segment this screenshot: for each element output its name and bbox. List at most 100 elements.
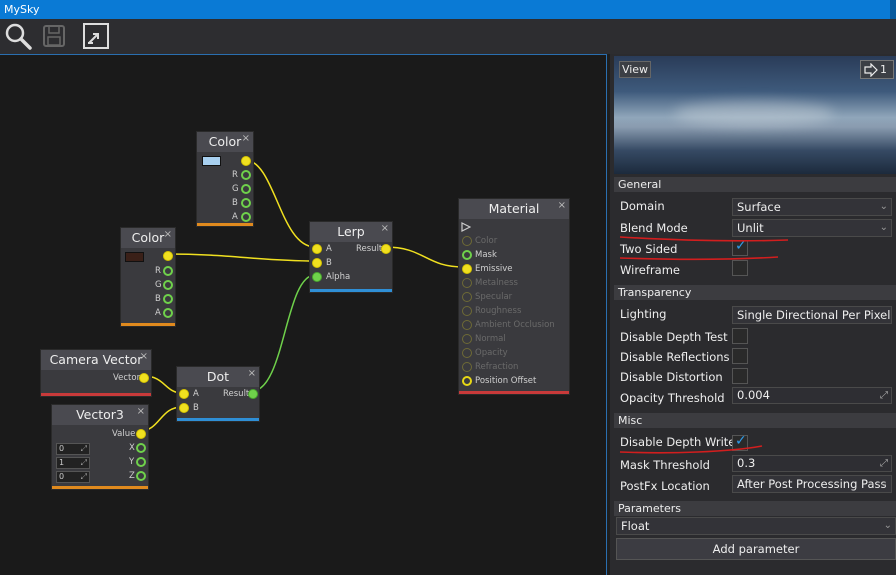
output-pin-b[interactable] bbox=[163, 294, 173, 304]
pin-label-b: B bbox=[232, 198, 238, 208]
output-pin-g[interactable] bbox=[241, 184, 251, 194]
input-pin-refraction[interactable] bbox=[462, 362, 472, 372]
output-pin-r[interactable] bbox=[163, 266, 173, 276]
close-icon[interactable]: × bbox=[137, 402, 145, 422]
lerp-node[interactable]: Lerp × A B Alpha Result bbox=[309, 221, 393, 293]
search-icon[interactable] bbox=[4, 22, 32, 50]
node-header[interactable]: Dot × bbox=[177, 367, 259, 387]
y-value-field[interactable]: 1 ⤢ bbox=[56, 457, 90, 469]
node-title: Dot bbox=[206, 369, 230, 384]
input-pin-ambient-occlusion[interactable] bbox=[462, 320, 472, 330]
pin-label-specular: Specular bbox=[475, 292, 513, 302]
node-title: Material bbox=[488, 201, 540, 216]
pin-label-result: Result bbox=[356, 244, 383, 254]
fit-view-icon[interactable] bbox=[82, 22, 110, 50]
output-pin-r[interactable] bbox=[241, 170, 251, 180]
output-pin-color[interactable] bbox=[241, 156, 251, 166]
toolbar bbox=[0, 19, 896, 54]
input-pin-a[interactable] bbox=[179, 389, 189, 399]
input-pin-mask[interactable] bbox=[462, 250, 472, 260]
wire-color2-to-lerp-b bbox=[166, 253, 316, 262]
pin-label-g: G bbox=[155, 280, 162, 290]
input-pin-b[interactable] bbox=[312, 258, 322, 268]
node-title: Lerp bbox=[337, 224, 365, 239]
z-value-field[interactable]: 0 ⤢ bbox=[56, 471, 90, 483]
node-header[interactable]: Material × bbox=[459, 199, 569, 219]
output-pin-a[interactable] bbox=[163, 308, 173, 318]
output-pin-z[interactable] bbox=[136, 471, 146, 481]
pin-label-position-offset: Position Offset bbox=[475, 376, 537, 386]
drag-icon[interactable]: ⤢ bbox=[81, 458, 87, 468]
z-value: 0 bbox=[59, 472, 65, 481]
input-pin-alpha[interactable] bbox=[312, 272, 322, 282]
color-swatch[interactable] bbox=[202, 156, 221, 166]
node-header[interactable]: Color × bbox=[121, 228, 175, 248]
input-pin-roughness[interactable] bbox=[462, 306, 472, 316]
pin-label-alpha: Alpha bbox=[326, 272, 351, 282]
wire-color1-to-lerp-a bbox=[244, 159, 316, 248]
pin-label-opacity: Opacity bbox=[475, 348, 508, 358]
close-icon[interactable]: × bbox=[381, 219, 389, 239]
output-pin-vector[interactable] bbox=[139, 373, 149, 383]
node-category-bar bbox=[41, 393, 151, 396]
wire-dot-to-lerp-alpha bbox=[251, 274, 316, 392]
node-graph-canvas[interactable]: Color × R G B A Color × R G B A Lerp × A… bbox=[0, 54, 607, 575]
pin-label-x: X bbox=[129, 443, 135, 453]
material-node[interactable]: Material × Color Mask Emissive Metalness … bbox=[458, 198, 570, 395]
node-category-bar bbox=[197, 223, 253, 226]
node-title: Color bbox=[208, 134, 242, 149]
pin-label-y: Y bbox=[129, 457, 135, 467]
input-pin-normal[interactable] bbox=[462, 334, 472, 344]
input-pin-b[interactable] bbox=[179, 403, 189, 413]
node-title: Color bbox=[131, 230, 165, 245]
output-pin-value[interactable] bbox=[136, 429, 146, 439]
node-category-bar bbox=[177, 418, 259, 421]
pin-label-normal: Normal bbox=[475, 334, 506, 344]
pin-label-metalness: Metalness bbox=[475, 278, 518, 288]
pin-label-ambient-occlusion: Ambient Occlusion bbox=[475, 320, 555, 330]
close-icon[interactable]: × bbox=[558, 196, 566, 216]
drag-icon[interactable]: ⤢ bbox=[81, 444, 87, 454]
output-pin-color[interactable] bbox=[163, 251, 173, 261]
material-editor-window: MySky Color × R G B A Color × R G B A Le… bbox=[0, 0, 896, 575]
output-pin-b[interactable] bbox=[241, 198, 251, 208]
x-value-field[interactable]: 0 ⤢ bbox=[56, 443, 90, 455]
input-pin-position-offset[interactable] bbox=[462, 376, 472, 386]
close-icon[interactable]: × bbox=[242, 129, 250, 149]
color-node[interactable]: Color × R G B A bbox=[196, 131, 254, 227]
arrow-right-icon bbox=[461, 222, 471, 232]
dot-node[interactable]: Dot × A B Result bbox=[176, 366, 260, 422]
pin-label-b: B bbox=[193, 403, 199, 413]
input-pin-color[interactable] bbox=[462, 236, 472, 246]
input-pin-a[interactable] bbox=[312, 244, 322, 254]
input-pin-metalness[interactable] bbox=[462, 278, 472, 288]
node-header[interactable]: Camera Vector × bbox=[41, 350, 151, 370]
drag-icon[interactable]: ⤢ bbox=[81, 472, 87, 482]
input-pin-emissive[interactable] bbox=[462, 264, 472, 274]
save-icon[interactable] bbox=[40, 22, 68, 50]
output-pin-result[interactable] bbox=[248, 389, 258, 399]
title-bar: MySky bbox=[0, 0, 896, 19]
vector3-node[interactable]: Vector3 × Value 0 ⤢ X 1 ⤢ Y 0 ⤢ Z bbox=[51, 404, 149, 490]
camera-vector-node[interactable]: Camera Vector × Vector bbox=[40, 349, 152, 397]
output-pin-y[interactable] bbox=[136, 457, 146, 467]
input-pin-specular[interactable] bbox=[462, 292, 472, 302]
close-icon[interactable]: × bbox=[248, 364, 256, 384]
output-pin-a[interactable] bbox=[241, 212, 251, 222]
node-title: Vector3 bbox=[76, 407, 124, 422]
color-swatch[interactable] bbox=[125, 252, 144, 262]
input-pin-opacity[interactable] bbox=[462, 348, 472, 358]
close-icon[interactable]: × bbox=[164, 225, 172, 245]
node-header[interactable]: Color × bbox=[197, 132, 253, 152]
close-icon[interactable]: × bbox=[140, 347, 148, 367]
node-title: Camera Vector bbox=[49, 352, 143, 367]
properties-panel: View 1 General Domain Surface ⌄ Blend Mod… bbox=[610, 54, 896, 575]
output-pin-x[interactable] bbox=[136, 443, 146, 453]
title-bar-edge bbox=[890, 0, 896, 19]
output-pin-g[interactable] bbox=[163, 280, 173, 290]
pin-label-refraction: Refraction bbox=[475, 362, 519, 372]
output-pin-result[interactable] bbox=[381, 244, 391, 254]
color-node[interactable]: Color × R G B A bbox=[120, 227, 176, 327]
node-header[interactable]: Vector3 × bbox=[52, 405, 148, 425]
node-header[interactable]: Lerp × bbox=[310, 222, 392, 242]
